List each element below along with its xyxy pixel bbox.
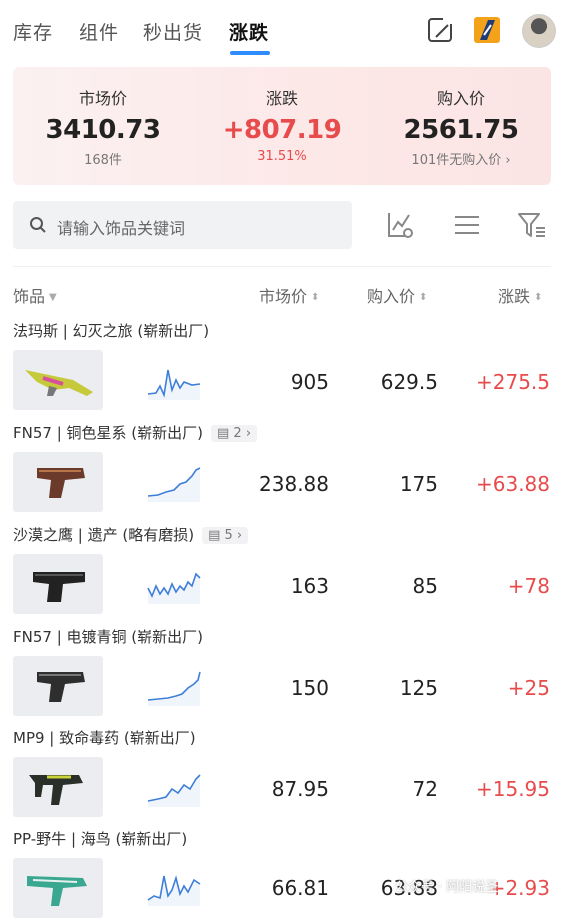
column-header-item-label: 饰品 [13, 287, 46, 306]
summary-market-value: 3410.73 [45, 115, 161, 145]
item-image-pistol [13, 656, 103, 716]
summary-market: 市场价 3410.73 168件 [13, 85, 193, 168]
tab-price-change[interactable]: 涨跌 [229, 18, 269, 45]
stack-count-badge[interactable]: ▤ 5 › [202, 527, 249, 544]
item-name-label: MP9 | 致命毒药 (崭新出厂) [13, 729, 196, 747]
divider [13, 266, 551, 267]
item-image-rifle [13, 350, 103, 410]
buy-price: 175 [399, 472, 438, 496]
price-sparkline [147, 369, 201, 400]
item-name[interactable]: FN57 | 电镀青铜 (崭新出厂) [13, 626, 203, 647]
dropdown-arrow-icon: ▼ [49, 292, 57, 303]
filter-icon[interactable] [517, 210, 547, 240]
avatar[interactable] [522, 14, 556, 48]
market-price: 87.95 [271, 777, 329, 801]
item-name-label: FN57 | 铜色星系 (崭新出厂) [13, 424, 203, 442]
item-name-label: 沙漠之鹰 | 遗产 (略有磨损) [13, 526, 195, 544]
price-sparkline [147, 572, 201, 604]
list-view-icon[interactable] [452, 210, 482, 240]
buy-price: 72 [412, 777, 438, 801]
column-header-item[interactable]: 饰品 ▼ [13, 283, 57, 307]
market-price: 238.88 [259, 472, 329, 496]
tab-quick-sell[interactable]: 秒出货 [143, 18, 203, 45]
column-header-change-label: 涨跌 [498, 287, 531, 306]
sort-icon: ⬍ [311, 292, 320, 303]
summary-change-percent: 31.51% [257, 149, 307, 164]
item-image-pistol [13, 554, 103, 614]
tab-inventory[interactable]: 库存 [13, 18, 53, 45]
item-name[interactable]: MP9 | 致命毒药 (崭新出厂) [13, 727, 196, 748]
watermark: 公众号 · 阿阳说圣 [395, 880, 499, 895]
item-name[interactable]: 沙漠之鹰 | 遗产 (略有磨损) ▤ 5 › [13, 524, 249, 545]
market-price: 163 [290, 574, 329, 598]
item-name-label: 法玛斯 | 幻灭之旅 (崭新出厂) [13, 322, 210, 340]
summary-card: 市场价 3410.73 168件 涨跌 +807.19 31.51% 购入价 2… [13, 67, 551, 185]
column-header-change[interactable]: 涨跌 ⬍ [498, 283, 542, 307]
app-logo-icon[interactable] [473, 16, 501, 44]
market-price: 150 [290, 676, 329, 700]
price-change: +15.95 [475, 777, 550, 801]
buy-price: 629.5 [380, 370, 438, 394]
stack-count: 5 [224, 528, 233, 543]
buy-price: 125 [399, 676, 438, 700]
summary-buy[interactable]: 购入价 2561.75 101件无购入价 › [371, 85, 551, 168]
buy-price: 85 [412, 574, 438, 598]
column-header-buy[interactable]: 购入价 ⬍ [367, 283, 427, 307]
item-name-label: PP-野牛 | 海鸟 (崭新出厂) [13, 830, 188, 848]
summary-market-count: 168件 [84, 153, 122, 168]
search-input[interactable]: 请输入饰品关键词 [13, 201, 352, 249]
item-name[interactable]: FN57 | 铜色星系 (崭新出厂) ▤ 2 › [13, 422, 258, 443]
tab-components[interactable]: 组件 [79, 18, 119, 45]
item-name[interactable]: PP-野牛 | 海鸟 (崭新出厂) [13, 828, 187, 849]
search-icon [30, 217, 46, 233]
chart-settings-icon[interactable] [385, 210, 415, 240]
summary-market-label: 市场价 [78, 89, 127, 108]
column-header-market[interactable]: 市场价 ⬍ [259, 283, 319, 307]
price-change: +63.88 [475, 472, 550, 496]
item-image-smg [13, 757, 103, 817]
summary-change: 涨跌 +807.19 31.51% [192, 85, 372, 164]
stack-count: 2 [233, 426, 242, 441]
item-image-pistol [13, 452, 103, 512]
summary-buy-value: 2561.75 [403, 115, 519, 145]
top-bar: 库存 组件 秒出货 涨跌 [0, 0, 563, 62]
edit-note-icon[interactable] [426, 16, 454, 44]
summary-buy-label: 购入价 [436, 89, 485, 108]
summary-buy-missing-link[interactable]: 101件无购入价 › [371, 149, 551, 168]
item-name-label: FN57 | 电镀青铜 (崭新出厂) [13, 628, 203, 646]
active-tab-indicator [230, 51, 270, 55]
price-sparkline [147, 774, 201, 807]
summary-change-value: +807.19 [222, 115, 342, 145]
column-header-buy-label: 购入价 [367, 287, 416, 306]
column-header-market-label: 市场价 [259, 287, 308, 306]
sort-icon: ⬍ [419, 292, 428, 303]
price-sparkline [147, 671, 201, 706]
stack-count-badge[interactable]: ▤ 2 › [211, 425, 258, 442]
price-sparkline [147, 467, 201, 502]
market-price: 905 [290, 370, 329, 394]
sort-icon: ⬍ [534, 292, 543, 303]
market-price: 66.81 [271, 876, 329, 900]
search-placeholder: 请输入饰品关键词 [57, 219, 186, 238]
price-change: +78 [507, 574, 550, 598]
price-change: +25 [507, 676, 550, 700]
item-image-smg [13, 858, 103, 918]
price-sparkline [147, 875, 201, 906]
price-change: +275.5 [475, 370, 550, 394]
item-name[interactable]: 法玛斯 | 幻灭之旅 (崭新出厂) [13, 320, 209, 341]
summary-change-label: 涨跌 [265, 89, 298, 108]
